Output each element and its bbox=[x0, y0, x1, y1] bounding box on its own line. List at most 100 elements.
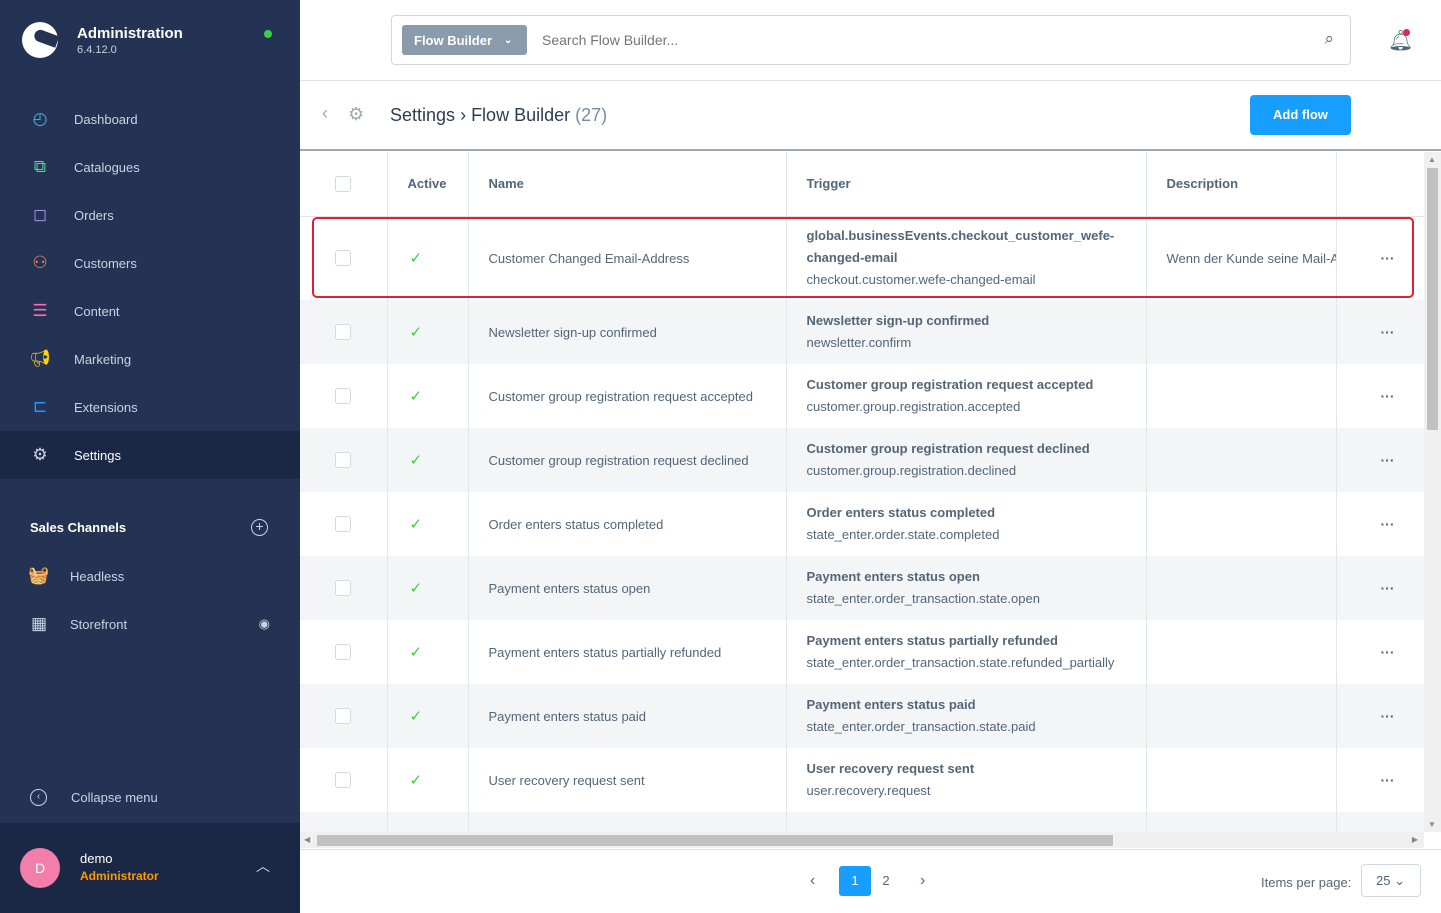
breadcrumb: Settings › Flow Builder (27) bbox=[390, 105, 607, 126]
row-select-cell bbox=[300, 428, 388, 492]
sidebar-item-label: Extensions bbox=[74, 399, 138, 415]
page-1-button[interactable]: 1 bbox=[839, 866, 871, 896]
chevron-up-icon[interactable]: ︿ bbox=[256, 856, 270, 876]
sales-channel-label: Headless bbox=[70, 568, 125, 584]
sales-channels-title: Sales Channels bbox=[30, 520, 127, 535]
row-select-cell bbox=[300, 684, 388, 748]
name-cell[interactable]: Customer Changed Email-Address bbox=[468, 216, 787, 300]
row-select-cell bbox=[300, 216, 388, 300]
name-cell[interactable]: Newsletter sign-up confirmed bbox=[468, 300, 787, 364]
page-2-button[interactable]: 2 bbox=[870, 866, 902, 896]
collapse-menu-button[interactable]: ‹ Collapse menu bbox=[30, 789, 158, 806]
table-row[interactable]: ✓ Payment enters status paid Payment ent… bbox=[300, 684, 1424, 748]
name-cell[interactable]: Payment enters status open bbox=[468, 556, 787, 620]
sidebar-item-dashboard[interactable]: ◴ Dashboard bbox=[0, 95, 300, 143]
column-header-description[interactable]: Description bbox=[1146, 152, 1337, 217]
name-cell[interactable]: Payment enters status partially refunded bbox=[468, 620, 787, 684]
trigger-cell: Order enters status completed state_enter… bbox=[786, 492, 1147, 556]
row-checkbox[interactable] bbox=[335, 708, 351, 724]
next-page-icon[interactable]: › bbox=[920, 872, 925, 890]
actions-cell: ··· bbox=[1336, 620, 1424, 684]
table-row[interactable]: ✓ Order enters status completed Order en… bbox=[300, 492, 1424, 556]
more-actions-icon[interactable]: ··· bbox=[1381, 388, 1395, 404]
name-cell[interactable]: Customer group registration request acce… bbox=[468, 364, 787, 428]
column-header-trigger[interactable]: Trigger bbox=[786, 152, 1147, 217]
sales-channel-storefront[interactable]: ▦ Storefront ◉ bbox=[30, 614, 270, 634]
search-input[interactable] bbox=[542, 32, 1302, 48]
row-checkbox[interactable] bbox=[335, 388, 351, 404]
sidebar-item-catalogues[interactable]: ⧉ Catalogues bbox=[0, 143, 300, 191]
sidebar-item-extensions[interactable]: ⊏ Extensions bbox=[0, 383, 300, 431]
trigger-event: user.recovery.request bbox=[806, 783, 931, 798]
more-actions-icon[interactable]: ··· bbox=[1381, 452, 1395, 468]
row-checkbox[interactable] bbox=[335, 580, 351, 596]
column-header-name[interactable]: Name bbox=[468, 152, 787, 217]
more-actions-icon[interactable]: ··· bbox=[1381, 644, 1395, 660]
horizontal-scrollbar[interactable]: ◀ ▶ bbox=[300, 832, 1424, 848]
sidebar-item-settings[interactable]: ⚙ Settings bbox=[0, 431, 300, 479]
eye-icon[interactable]: ◉ bbox=[259, 616, 270, 632]
pagination-bar: ‹ 1 2 › Items per page: 25 ⌄ bbox=[300, 849, 1441, 913]
content-icon: ☰ bbox=[32, 301, 48, 320]
name-cell[interactable]: Payment enters status paid bbox=[468, 684, 787, 748]
actions-cell: ··· bbox=[1336, 428, 1424, 492]
more-actions-icon[interactable]: ··· bbox=[1381, 324, 1395, 340]
row-checkbox[interactable] bbox=[335, 772, 351, 788]
back-arrow-icon[interactable]: ‹ bbox=[322, 103, 328, 124]
sidebar-item-customers[interactable]: ⚇ Customers bbox=[0, 239, 300, 287]
sidebar-item-marketing[interactable]: 📢︎ Marketing bbox=[0, 335, 300, 383]
customers-icon: ⚇ bbox=[32, 253, 48, 272]
search-type-dropdown[interactable]: Flow Builder ⌄ bbox=[402, 25, 527, 55]
collapse-menu-label: Collapse menu bbox=[71, 790, 158, 805]
table-row[interactable]: ✓ Customer group registration request de… bbox=[300, 428, 1424, 492]
table-row[interactable]: ✓ Customer Changed Email-Address global.… bbox=[300, 216, 1424, 300]
row-select-cell bbox=[300, 620, 388, 684]
sidebar-item-orders[interactable]: ◻ Orders bbox=[0, 191, 300, 239]
more-actions-icon[interactable]: ··· bbox=[1381, 250, 1395, 266]
table-row[interactable]: ✓ User recovery request sent User recove… bbox=[300, 748, 1424, 812]
row-select-cell bbox=[300, 492, 388, 556]
actions-cell: ··· bbox=[1336, 748, 1424, 812]
select-all-checkbox[interactable] bbox=[335, 175, 351, 192]
check-icon: ✓ bbox=[409, 516, 423, 533]
more-actions-icon[interactable]: ··· bbox=[1381, 772, 1395, 788]
user-name: demo bbox=[80, 851, 113, 866]
check-icon: ✓ bbox=[409, 452, 423, 469]
breadcrumb-settings[interactable]: Settings bbox=[390, 105, 455, 125]
table-row[interactable]: ✓ Customer group registration request ac… bbox=[300, 364, 1424, 428]
row-select-cell bbox=[300, 748, 388, 812]
settings-icon: ⚙ bbox=[32, 445, 48, 464]
more-actions-icon[interactable]: ··· bbox=[1381, 580, 1395, 596]
row-checkbox[interactable] bbox=[335, 644, 351, 660]
items-per-page-select[interactable]: 25 ⌄ bbox=[1361, 864, 1421, 897]
add-flow-button[interactable]: Add flow bbox=[1250, 95, 1351, 135]
sidebar-item-label: Content bbox=[74, 303, 120, 319]
trigger-title: Payment enters status partially refunded bbox=[806, 633, 1058, 648]
sales-channel-headless[interactable]: 🧺 Headless bbox=[28, 566, 270, 586]
search-icon[interactable]: ⌕ bbox=[1324, 29, 1334, 49]
name-cell[interactable]: User recovery request sent bbox=[468, 748, 787, 812]
trigger-event: state_enter.order.state.completed bbox=[806, 527, 1000, 542]
more-actions-icon[interactable]: ··· bbox=[1381, 708, 1395, 724]
table-row[interactable]: ✓ Payment enters status open Payment ent… bbox=[300, 556, 1424, 620]
table-row[interactable]: ✓ Payment enters status partially refund… bbox=[300, 620, 1424, 684]
more-actions-icon[interactable]: ··· bbox=[1381, 516, 1395, 532]
name-cell[interactable]: Customer group registration request decl… bbox=[468, 428, 787, 492]
vertical-scrollbar[interactable]: ▲ ▼ bbox=[1424, 152, 1441, 832]
name-cell[interactable]: Order enters status completed bbox=[468, 492, 787, 556]
row-checkbox[interactable] bbox=[335, 324, 351, 340]
row-checkbox[interactable] bbox=[335, 250, 351, 267]
previous-page-icon[interactable]: ‹ bbox=[810, 872, 815, 890]
active-cell: ✓ bbox=[387, 216, 469, 300]
trigger-title: Customer group registration request decl… bbox=[806, 441, 1090, 456]
column-header-active[interactable]: Active bbox=[387, 152, 469, 217]
add-sales-channel-icon[interactable]: + bbox=[251, 519, 268, 536]
table-row[interactable] bbox=[300, 812, 1424, 832]
top-bar: Flow Builder⌄ ⌕ 🔔︎ bbox=[300, 0, 1441, 81]
items-per-page-value: 25 bbox=[1376, 873, 1391, 888]
row-checkbox[interactable] bbox=[335, 452, 351, 468]
sidebar-item-content[interactable]: ☰ Content bbox=[0, 287, 300, 335]
user-menu[interactable]: D demo Administrator ︿ bbox=[0, 823, 300, 913]
row-checkbox[interactable] bbox=[335, 516, 351, 532]
table-row[interactable]: ✓ Newsletter sign-up confirmed Newslette… bbox=[300, 300, 1424, 364]
